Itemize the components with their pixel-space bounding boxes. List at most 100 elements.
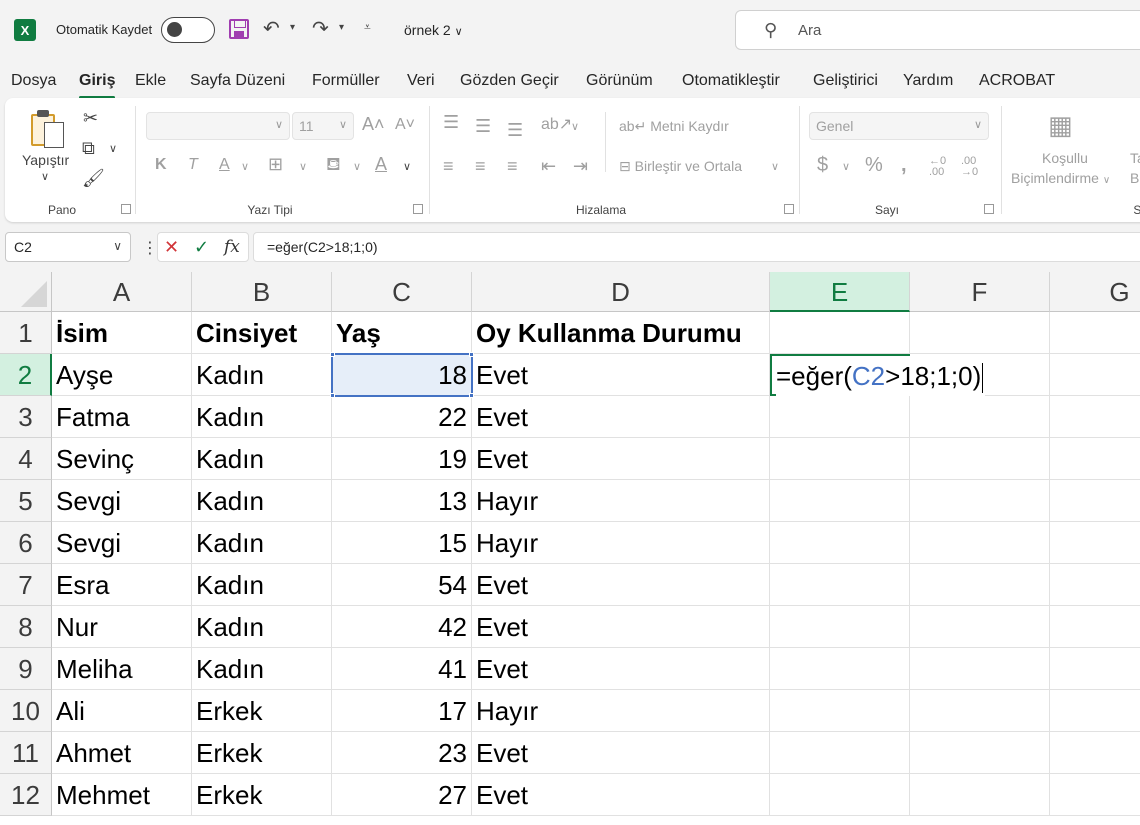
- tab-giris[interactable]: Giriş: [79, 72, 116, 99]
- border-icon[interactable]: ⊞: [268, 154, 283, 175]
- column-header-d[interactable]: D: [472, 272, 770, 312]
- insert-function-icon[interactable]: fx: [224, 237, 240, 257]
- cell-c7[interactable]: 54: [332, 564, 472, 606]
- column-header-g[interactable]: G: [1050, 272, 1140, 312]
- cell-f6[interactable]: [910, 522, 1050, 564]
- cell-d1[interactable]: Oy Kullanma Durumu: [472, 312, 770, 354]
- comma-style-icon[interactable]: ,: [901, 154, 907, 177]
- font-name-combo[interactable]: ∨: [146, 112, 290, 140]
- column-header-e[interactable]: E: [770, 272, 910, 312]
- cell-f5[interactable]: [910, 480, 1050, 522]
- bold-button[interactable]: K: [155, 156, 167, 174]
- cell-c10[interactable]: 17: [332, 690, 472, 732]
- search-box[interactable]: ⚲ Ara: [735, 10, 1140, 50]
- currency-dropdown-icon[interactable]: ∨: [842, 160, 850, 173]
- cell-g2[interactable]: [1050, 354, 1140, 396]
- tab-dosya[interactable]: Dosya: [11, 72, 56, 90]
- decrease-decimal-icon[interactable]: .00 →0: [961, 156, 978, 178]
- cell-c9[interactable]: 41: [332, 648, 472, 690]
- cell-b2[interactable]: Kadın: [192, 354, 332, 396]
- tab-yardim[interactable]: Yardım: [903, 72, 953, 90]
- align-center-icon[interactable]: ≡: [475, 156, 486, 177]
- paste-dropdown-icon[interactable]: ∨: [41, 170, 49, 183]
- cell-a9[interactable]: Meliha: [52, 648, 192, 690]
- cell-f9[interactable]: [910, 648, 1050, 690]
- cell-f8[interactable]: [910, 606, 1050, 648]
- formula-input[interactable]: =eğer(C2>18;1;0): [253, 232, 1140, 262]
- cut-icon[interactable]: ✂: [83, 108, 98, 129]
- range-handle[interactable]: [330, 352, 335, 357]
- column-header-b[interactable]: B: [192, 272, 332, 312]
- cell-f10[interactable]: [910, 690, 1050, 732]
- cell-g5[interactable]: [1050, 480, 1140, 522]
- align-right-icon[interactable]: ≡: [507, 156, 518, 177]
- undo-icon[interactable]: ↶: [263, 16, 280, 41]
- cell-b8[interactable]: Kadın: [192, 606, 332, 648]
- increase-decimal-icon[interactable]: ←0.00: [929, 156, 946, 178]
- enter-icon[interactable]: ✓: [194, 237, 209, 258]
- tab-gorunum[interactable]: Görünüm: [586, 72, 653, 90]
- cell-b5[interactable]: Kadın: [192, 480, 332, 522]
- cell-a1[interactable]: İsim: [52, 312, 192, 354]
- cell-e1[interactable]: [770, 312, 910, 354]
- fill-dropdown-icon[interactable]: ∨: [353, 160, 361, 173]
- cell-c12[interactable]: 27: [332, 774, 472, 816]
- decrease-indent-icon[interactable]: ⇤: [541, 156, 556, 177]
- cell-d9[interactable]: Evet: [472, 648, 770, 690]
- cell-b7[interactable]: Kadın: [192, 564, 332, 606]
- tab-gelistirici[interactable]: Geliştirici: [813, 72, 878, 90]
- cell-g7[interactable]: [1050, 564, 1140, 606]
- range-handle[interactable]: [469, 393, 474, 398]
- undo-dropdown-icon[interactable]: ▾: [290, 22, 295, 33]
- row-header-11[interactable]: 11: [0, 732, 52, 774]
- cell-c5[interactable]: 13: [332, 480, 472, 522]
- cell-e4[interactable]: [770, 438, 910, 480]
- wrap-text-button[interactable]: ab↵ Metni Kaydır: [619, 118, 729, 135]
- cell-b10[interactable]: Erkek: [192, 690, 332, 732]
- cell-e6[interactable]: [770, 522, 910, 564]
- increase-indent-icon[interactable]: ⇥: [573, 156, 588, 177]
- row-header-3[interactable]: 3: [0, 396, 52, 438]
- cell-g4[interactable]: [1050, 438, 1140, 480]
- cell-f3[interactable]: [910, 396, 1050, 438]
- cell-g8[interactable]: [1050, 606, 1140, 648]
- font-size-combo[interactable]: 11 ∨: [292, 112, 354, 140]
- conditional-formatting-icon[interactable]: ▦: [1048, 110, 1073, 141]
- align-middle-icon[interactable]: ☰: [475, 116, 491, 137]
- cell-d7[interactable]: Evet: [472, 564, 770, 606]
- cell-b9[interactable]: Kadın: [192, 648, 332, 690]
- cell-d8[interactable]: Evet: [472, 606, 770, 648]
- cell-d2[interactable]: Evet: [472, 354, 770, 396]
- decrease-font-icon[interactable]: A˅: [395, 116, 415, 134]
- cell-e2[interactable]: =eğer(C2>18;1;0): [770, 354, 986, 396]
- cell-e11[interactable]: [770, 732, 910, 774]
- cell-c1[interactable]: Yaş: [332, 312, 472, 354]
- paste-icon[interactable]: [31, 110, 65, 148]
- conditional-formatting-line1[interactable]: Koşullu: [1042, 150, 1088, 166]
- merge-dropdown-icon[interactable]: ∨: [771, 160, 779, 173]
- orientation-dropdown-icon[interactable]: ∨: [571, 120, 579, 133]
- cell-f4[interactable]: [910, 438, 1050, 480]
- underline-dropdown-icon[interactable]: ∨: [241, 160, 249, 173]
- row-header-4[interactable]: 4: [0, 438, 52, 480]
- autosave-toggle[interactable]: [161, 17, 215, 43]
- cell-c6[interactable]: 15: [332, 522, 472, 564]
- column-header-a[interactable]: A: [52, 272, 192, 312]
- align-left-icon[interactable]: ≡: [443, 156, 454, 177]
- cell-f12[interactable]: [910, 774, 1050, 816]
- format-as-table-partial-2[interactable]: Bi: [1130, 170, 1140, 186]
- more-options-icon[interactable]: ⋮: [142, 238, 158, 258]
- cell-e3[interactable]: [770, 396, 910, 438]
- cell-a5[interactable]: Sevgi: [52, 480, 192, 522]
- cell-d5[interactable]: Hayır: [472, 480, 770, 522]
- format-as-table-partial[interactable]: Ta: [1130, 150, 1140, 166]
- cell-g1[interactable]: [1050, 312, 1140, 354]
- redo-icon[interactable]: ↷: [312, 16, 329, 41]
- orientation-icon[interactable]: ab↗: [541, 114, 572, 134]
- range-handle[interactable]: [469, 352, 474, 357]
- cell-g6[interactable]: [1050, 522, 1140, 564]
- cell-g10[interactable]: [1050, 690, 1140, 732]
- row-header-1[interactable]: 1: [0, 312, 52, 354]
- tab-formuller[interactable]: Formüller: [312, 72, 380, 90]
- conditional-formatting-button[interactable]: Biçimlendirme ∨: [1011, 170, 1110, 186]
